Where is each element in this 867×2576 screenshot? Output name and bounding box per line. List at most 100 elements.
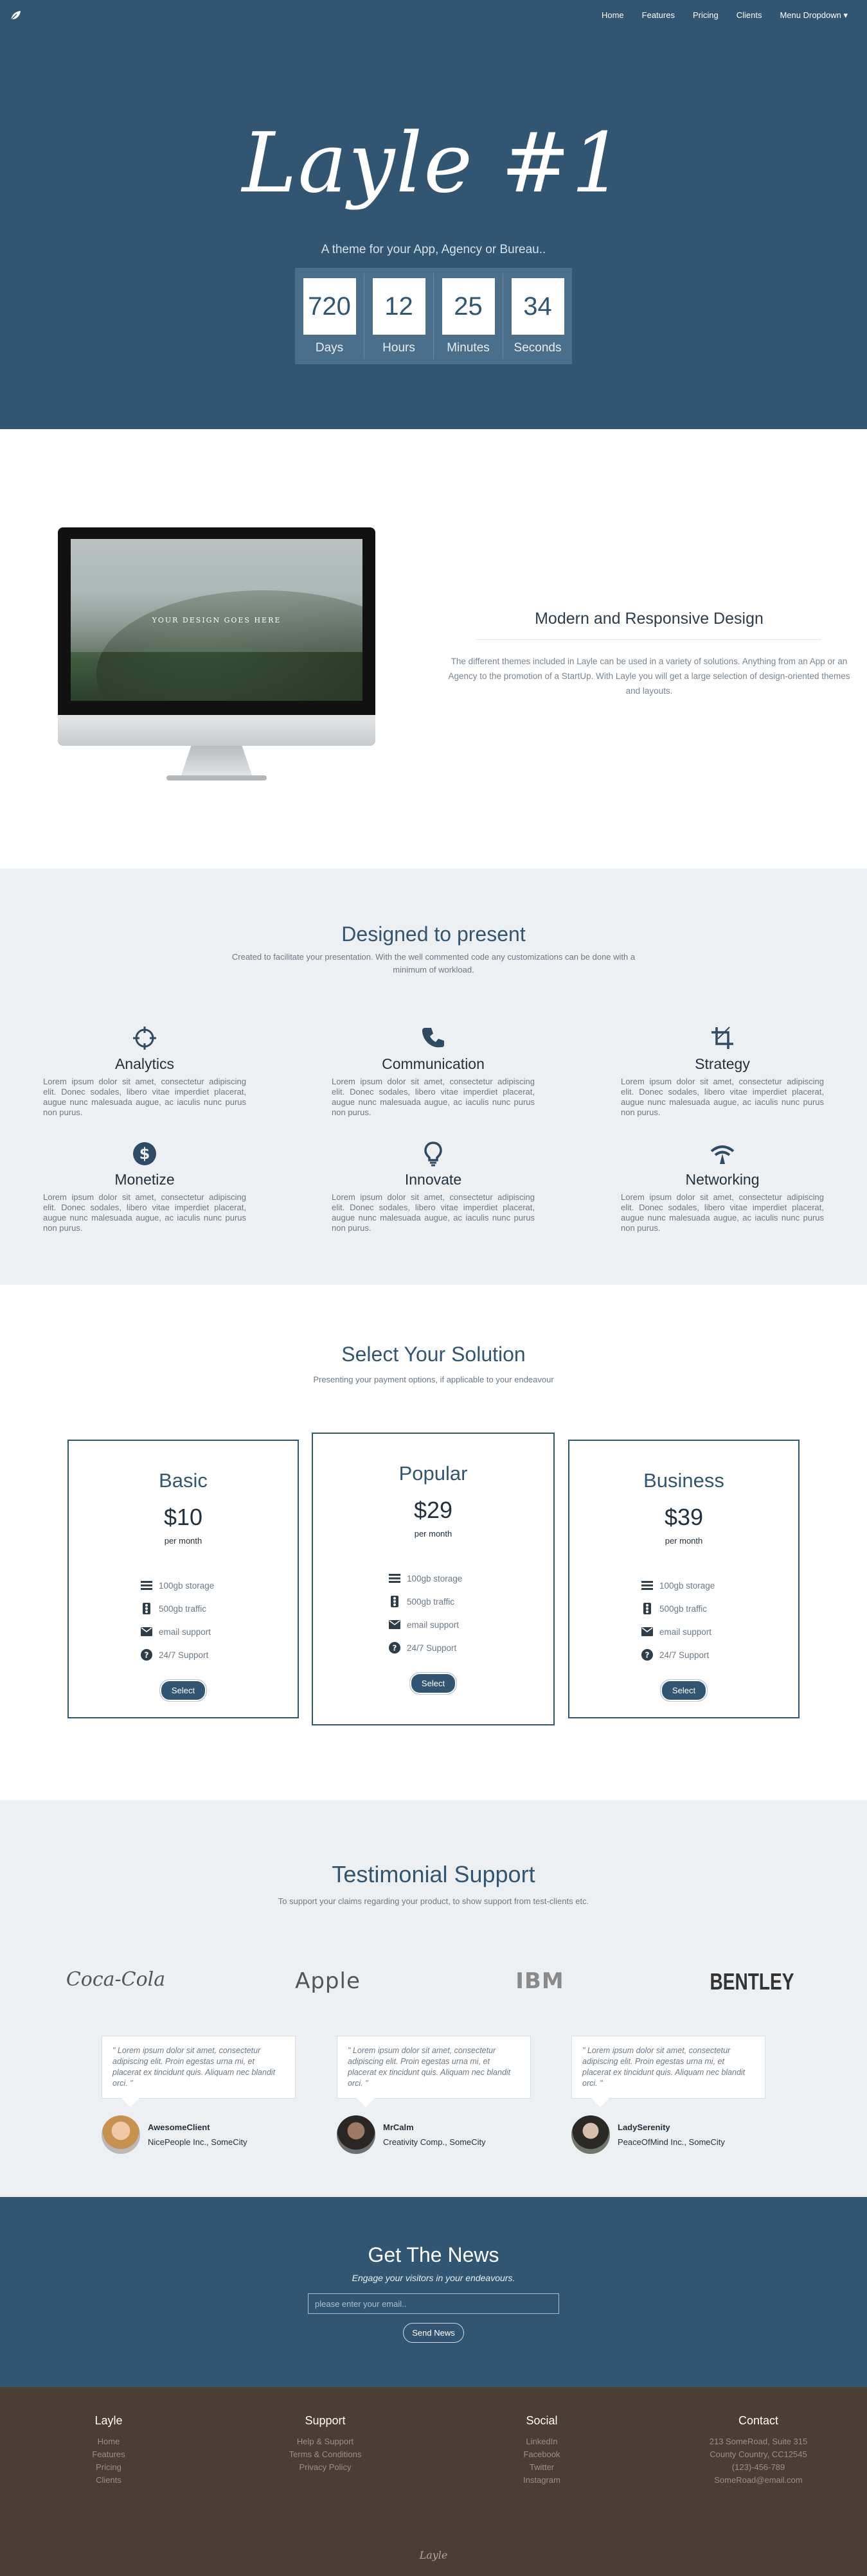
feature-communication: Communication Lorem ipsum dolor sit amet…	[332, 1025, 535, 1118]
testimonial-author: AwesomeClient NicePeople Inc., SomeCity	[102, 2115, 247, 2154]
help-icon: ?	[141, 1649, 152, 1661]
phone-icon	[422, 1028, 444, 1048]
crosshair-icon	[133, 1027, 156, 1050]
footer-link[interactable]: Twitter	[465, 2461, 619, 2474]
feature-traffic: 500gb traffic	[141, 1597, 298, 1620]
testimonials-title: Testimonial Support	[332, 1861, 535, 1887]
pricing-section: Select Your Solution Presenting your pay…	[0, 1285, 867, 1800]
features-section: Designed to present Created to facilitat…	[0, 869, 867, 1285]
footer-phone: (123)-456-789	[731, 2462, 785, 2472]
traffic-icon	[641, 1603, 653, 1614]
monitor-image: YOUR DESIGN GOES HERE	[58, 527, 375, 781]
feature-analytics: Analytics Lorem ipsum dolor sit amet, co…	[43, 1025, 246, 1118]
footer-column-social: Social LinkedIn Facebook Twitter Instagr…	[465, 2414, 619, 2487]
footer-link[interactable]: Home	[31, 2435, 186, 2448]
nav-pricing[interactable]: Pricing	[693, 10, 719, 21]
footer-link[interactable]: Pricing	[31, 2461, 186, 2474]
select-popular-button[interactable]: Select	[409, 1672, 458, 1695]
testimonial-quote: " Lorem ipsum dolor sit amet, consectetu…	[102, 2036, 296, 2107]
countdown: 720 Days 12 Hours 25 Minutes 34 Seconds	[295, 268, 572, 364]
storage-icon	[389, 1573, 400, 1584]
send-news-button[interactable]: Send News	[403, 2323, 464, 2343]
plan-basic: Basic $10 per month 100gb storage 500gb …	[67, 1440, 299, 1718]
svg-text:?: ?	[145, 1651, 149, 1660]
testimonial-quote: " Lorem ipsum dolor sit amet, consectetu…	[571, 2036, 765, 2107]
select-basic-button[interactable]: Select	[159, 1679, 208, 1702]
nav-home[interactable]: Home	[602, 10, 624, 21]
footer-column-support: Support Help & Support Terms & Condition…	[248, 2414, 402, 2474]
footer-link[interactable]: Help & Support	[248, 2435, 402, 2448]
brand-coca-cola: Coca-Cola	[66, 1968, 166, 1991]
nav-features[interactable]: Features	[642, 10, 675, 21]
footer-link[interactable]: Privacy Policy	[248, 2461, 402, 2474]
brand-apple: Apple	[295, 1968, 361, 1994]
feature-strategy: Strategy Lorem ipsum dolor sit amet, con…	[621, 1025, 824, 1118]
footer-link[interactable]: Instagram	[465, 2474, 619, 2487]
help-icon: ?	[389, 1642, 400, 1654]
avatar	[102, 2115, 140, 2154]
feature-monetize: $ Monetize Lorem ipsum dolor sit amet, c…	[43, 1141, 246, 1233]
lightbulb-icon	[424, 1142, 442, 1167]
plan-business: Business $39 per month 100gb storage 500…	[568, 1440, 800, 1718]
footer-link[interactable]: Facebook	[465, 2448, 619, 2461]
footer-link[interactable]: Terms & Conditions	[248, 2448, 402, 2461]
svg-text:$: $	[139, 1145, 150, 1163]
feature-support: ? 24/7 Support	[389, 1636, 553, 1659]
nav-clients[interactable]: Clients	[737, 10, 762, 21]
feature-traffic: 500gb traffic	[389, 1590, 553, 1613]
avatar	[337, 2115, 375, 2154]
testimonials-section: Testimonial Support To support your clai…	[0, 1800, 867, 2197]
nav-menu-dropdown[interactable]: Menu Dropdown ▾	[780, 10, 848, 21]
plan-popular: Popular $29 per month 100gb storage 500g…	[312, 1433, 555, 1725]
svg-text:?: ?	[645, 1651, 650, 1660]
features-title: Designed to present	[341, 922, 526, 946]
leaf-logo-icon[interactable]	[9, 9, 22, 22]
countdown-minutes: 25 Minutes	[438, 273, 498, 359]
footer-address: 213 SomeRoad, Suite 315	[709, 2437, 808, 2446]
hero-section: Layle #1 A theme for your App, Agency or…	[0, 0, 867, 429]
pricing-title: Select Your Solution	[341, 1343, 526, 1366]
footer-link[interactable]: Features	[31, 2448, 186, 2461]
testimonial-author: MrCalm Creativity Comp., SomeCity	[337, 2115, 486, 2154]
countdown-seconds: 34 Seconds	[508, 273, 568, 359]
svg-text:?: ?	[393, 1644, 397, 1653]
brand-bentley: BENTLEY	[710, 1968, 794, 1995]
feature-traffic: 500gb traffic	[641, 1597, 798, 1620]
help-icon: ?	[641, 1649, 653, 1661]
feature-support: ? 24/7 Support	[141, 1643, 298, 1666]
select-business-button[interactable]: Select	[659, 1679, 708, 1702]
feature-email: email support	[389, 1613, 553, 1636]
newsletter-title: Get The News	[368, 2243, 499, 2266]
divider	[476, 639, 821, 640]
feature-email: email support	[141, 1620, 298, 1643]
network-icon	[710, 1145, 735, 1164]
email-icon	[141, 1626, 152, 1637]
design-section: YOUR DESIGN GOES HERE Modern and Respons…	[0, 429, 867, 869]
newsletter-section: Get The News Engage your visitors in you…	[0, 2197, 867, 2387]
top-nav: Home Features Pricing Clients Menu Dropd…	[0, 0, 867, 31]
dollar-icon: $	[133, 1142, 156, 1165]
pricing-subtitle: Presenting your payment options, if appl…	[313, 1375, 554, 1384]
email-icon	[641, 1626, 653, 1637]
countdown-hours: 12 Hours	[369, 273, 429, 359]
feature-email: email support	[641, 1620, 798, 1643]
testimonials-subtitle: To support your claims regarding your pr…	[278, 1896, 589, 1906]
testimonial-quote: " Lorem ipsum dolor sit amet, consectetu…	[337, 2036, 531, 2107]
design-body: The different themes included in Layle c…	[448, 657, 850, 696]
avatar	[571, 2115, 610, 2154]
footer-address: County Country, CC12545	[710, 2449, 807, 2459]
footer-email[interactable]: SomeRoad@email.com	[681, 2474, 836, 2487]
footer-link[interactable]: LinkedIn	[465, 2435, 619, 2448]
traffic-icon	[141, 1603, 152, 1614]
email-icon	[389, 1619, 400, 1630]
email-field[interactable]	[308, 2293, 559, 2314]
screen-caption: YOUR DESIGN GOES HERE	[152, 616, 282, 624]
features-subtitle: Created to facilitate your presentation.…	[231, 952, 636, 975]
storage-icon	[641, 1580, 653, 1591]
feature-storage: 100gb storage	[389, 1567, 553, 1590]
footer-link[interactable]: Clients	[31, 2474, 186, 2487]
hero-title: Layle #1	[242, 116, 625, 211]
testimonial-author: LadySerenity PeaceOfMind Inc., SomeCity	[571, 2115, 725, 2154]
traffic-icon	[389, 1596, 400, 1607]
feature-storage: 100gb storage	[141, 1574, 298, 1597]
